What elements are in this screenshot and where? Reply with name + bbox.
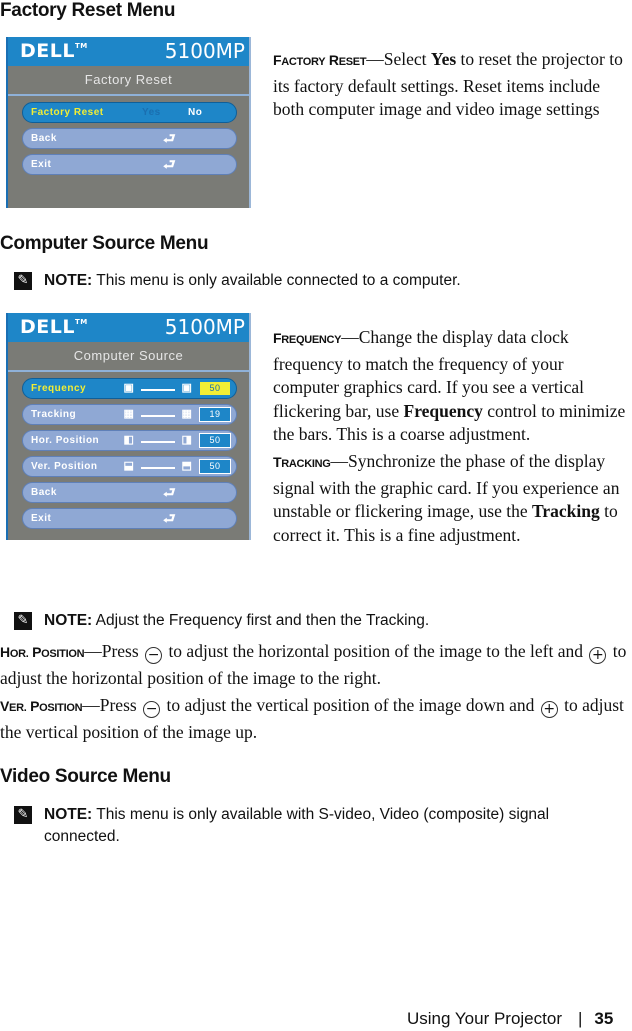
model-name: 5100MP	[164, 315, 245, 339]
osd-row-hor-position[interactable]: Hor. Position ◧ ◨ 50	[22, 430, 237, 451]
tracking-increase-icon: ▦	[181, 408, 193, 420]
hor-position-description: HOR. POSITION—Press − to adjust the hori…	[0, 641, 627, 688]
osd-row-tracking[interactable]: Tracking ▦ ▦ 19	[22, 404, 237, 425]
tracking-slider[interactable]: ▦ ▦ 19	[121, 407, 233, 422]
enter-icon: ⮐	[163, 130, 177, 146]
term-tracking: TRACKING	[273, 454, 331, 470]
frequency-slider[interactable]: ▣ ▣ 50	[121, 381, 233, 396]
osd-header: DELLTM 5100MP	[8, 37, 249, 66]
minus-button-icon: −	[145, 647, 163, 664]
term-hor-position: HOR. POSITION	[0, 644, 85, 660]
move-up-icon: ⬒	[181, 460, 193, 472]
ver-position-description: VER. POSITION—Press − to adjust the vert…	[0, 695, 624, 742]
enter-icon: ⮐	[163, 484, 177, 500]
note-video-only: ✎ NOTE: This menu is only available with…	[14, 804, 594, 848]
pencil-icon: ✎	[14, 806, 32, 824]
move-left-icon: ◧	[123, 434, 135, 446]
osd-header: DELLTM 5100MP	[8, 313, 249, 342]
note-computer-only: ✎ NOTE: This menu is only available conn…	[14, 270, 614, 292]
video-source-heading: Video Source Menu	[0, 766, 171, 787]
factory-reset-description: FACTORY RESET—Select Yes to reset the pr…	[273, 49, 623, 119]
term-frequency: FREQUENCY	[273, 330, 342, 346]
computer-source-heading: Computer Source Menu	[0, 233, 209, 254]
frequency-value: 50	[199, 381, 231, 396]
osd-row-factory-reset[interactable]: Factory Reset Yes No	[22, 102, 237, 123]
page-footer: Using Your Projector | 35	[407, 1009, 613, 1029]
frequency-description: FREQUENCY—Change the display data clock …	[273, 327, 626, 444]
osd-row-exit[interactable]: Exit ⮐	[22, 154, 237, 175]
tracking-value: 19	[199, 407, 231, 422]
osd-title: Computer Source	[8, 342, 249, 372]
hor-position-value: 50	[199, 433, 231, 448]
model-name: 5100MP	[164, 39, 245, 63]
computer-source-osd: DELLTM 5100MP Computer Source Frequency …	[6, 313, 251, 540]
tracking-description: TRACKING—Synchronize the phase of the di…	[273, 451, 620, 545]
enter-icon: ⮐	[163, 156, 177, 172]
page-number: 35	[594, 1009, 614, 1028]
ver-position-value: 50	[199, 459, 231, 474]
osd-title: Factory Reset	[8, 66, 249, 96]
option-no[interactable]: No	[188, 103, 202, 122]
osd-row-frequency[interactable]: Frequency ▣ ▣ 50	[22, 378, 237, 399]
hor-position-slider[interactable]: ◧ ◨ 50	[121, 433, 233, 448]
term-factory-reset: FACTORY RESET	[273, 52, 367, 68]
tracking-decrease-icon: ▦	[123, 408, 135, 420]
frequency-increase-icon: ▣	[181, 382, 193, 394]
osd-row-ver-position[interactable]: Ver. Position ⬓ ⬒ 50	[22, 456, 237, 477]
pencil-icon: ✎	[14, 272, 32, 290]
move-down-icon: ⬓	[123, 460, 135, 472]
factory-reset-osd: DELLTM 5100MP Factory Reset Factory Rese…	[6, 37, 251, 208]
osd-row-exit[interactable]: Exit ⮐	[22, 508, 237, 529]
chapter-title: Using Your Projector	[407, 1009, 562, 1028]
dell-logo: DELLTM	[20, 40, 88, 62]
footer-separator: |	[577, 1009, 583, 1028]
term-ver-position: VER. POSITION	[0, 698, 83, 714]
note-adjust-order: ✎ NOTE: Adjust the Frequency first and t…	[14, 610, 614, 632]
dell-logo: DELLTM	[20, 316, 88, 338]
minus-button-icon: −	[143, 701, 161, 718]
plus-button-icon: +	[589, 647, 607, 664]
osd-row-back[interactable]: Back ⮐	[22, 482, 237, 503]
ver-position-slider[interactable]: ⬓ ⬒ 50	[121, 459, 233, 474]
enter-icon: ⮐	[163, 510, 177, 526]
frequency-decrease-icon: ▣	[123, 382, 135, 394]
pencil-icon: ✎	[14, 612, 32, 630]
plus-button-icon: +	[540, 701, 558, 718]
move-right-icon: ◨	[181, 434, 193, 446]
factory-reset-heading: Factory Reset Menu	[0, 0, 176, 21]
option-yes[interactable]: Yes	[142, 103, 161, 122]
osd-row-back[interactable]: Back ⮐	[22, 128, 237, 149]
